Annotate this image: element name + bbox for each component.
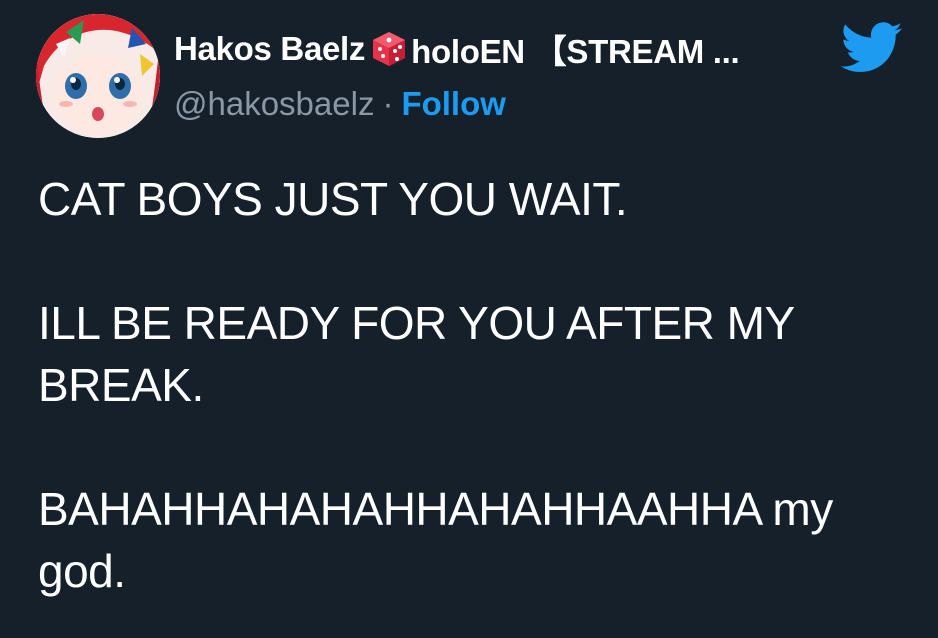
handle-row: @hakosbaelz · Follow: [174, 82, 506, 126]
tweet-line-3: BAHAHHAHAHAHHAHAHHAAHHA my god.: [38, 483, 833, 597]
avatar[interactable]: [36, 14, 160, 138]
tweet-text: CAT BOYS JUST YOU WAIT. ILL BE READY FOR…: [38, 168, 918, 602]
tweet-line-1: CAT BOYS JUST YOU WAIT.: [38, 173, 628, 225]
author-name-row[interactable]: Hakos Baelz holoEN 【STREAM ...: [174, 25, 740, 73]
separator-dot: ·: [382, 85, 394, 122]
anime-avatar-icon: [36, 14, 160, 138]
tweet-card: Hakos Baelz holoEN 【STREAM ... @hakosbae…: [0, 0, 938, 638]
tweet-line-2: ILL BE READY FOR YOU AFTER MY BREAK.: [38, 297, 794, 411]
dice-icon: [369, 29, 409, 69]
user-handle[interactable]: @hakosbaelz: [174, 85, 374, 123]
display-name-suffix[interactable]: holoEN 【STREAM ...: [411, 25, 740, 73]
follow-button[interactable]: Follow: [401, 85, 505, 123]
twitter-bird-icon[interactable]: [840, 22, 904, 74]
display-name[interactable]: Hakos Baelz: [174, 30, 365, 68]
